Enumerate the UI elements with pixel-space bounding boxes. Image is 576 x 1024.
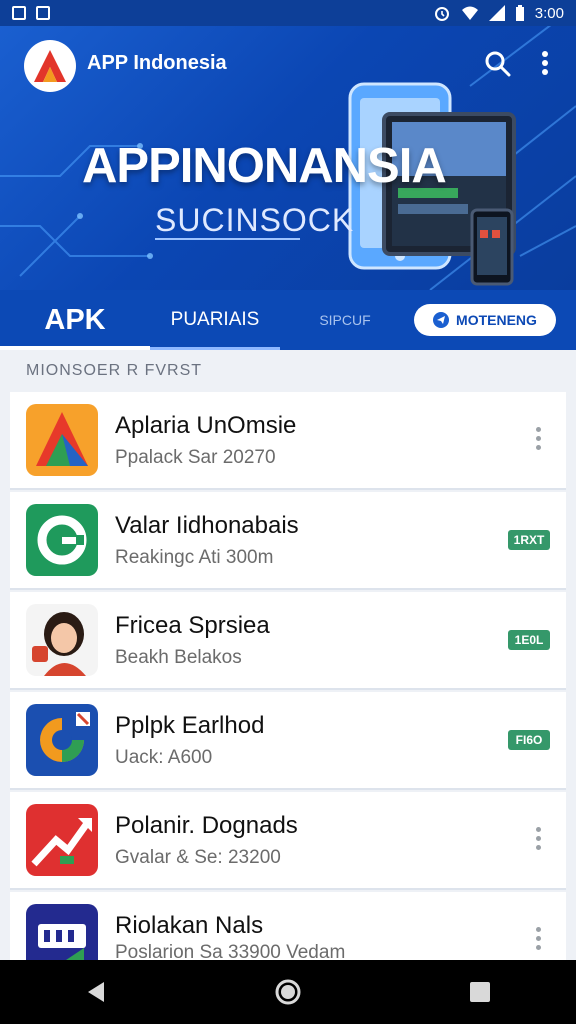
system-nav-bar [0,960,576,1024]
section-header: MIONSOER R FVRST [26,362,203,379]
app-subtitle: Beakh Belakos [115,647,242,668]
app-icon-polanir [26,804,98,876]
app-icon-riolakan [26,904,98,960]
moteneng-button[interactable]: MOTENENG [414,304,556,336]
home-icon [275,979,301,1005]
app-title: Aplaria UnOmsie [115,412,297,439]
hero-underline [155,238,300,240]
more-options-button[interactable] [540,50,550,83]
status-time: 3:00 [534,4,564,22]
app-list: Aplaria UnOmsie Ppalack Sar 20270 Valar … [10,392,566,966]
hero-subheading: SUCINSOCK [155,202,355,238]
app-icon-valar [26,504,98,576]
list-item[interactable]: Valar Iidhonabais Reakingc Ati 300m 1RXT [10,492,566,590]
search-icon [485,51,511,77]
status-badge[interactable]: 1E0L [508,630,550,650]
tab-sipcuf[interactable]: SIPCUF [280,290,410,350]
wifi-icon [461,6,478,20]
notification-icon [12,6,26,20]
battery-icon [515,5,524,21]
status-bar: 3:00 [0,0,576,26]
list-item[interactable]: Pplpk Earlhod Uack: A600 FI6O [10,692,566,790]
status-badge[interactable]: FI6O [508,730,550,750]
app-subtitle: Ppalack Sar 20270 [115,447,276,468]
tab-puariais[interactable]: PUARIAIS [150,290,280,350]
logo-a-icon [34,50,66,82]
more-vert-icon [542,51,548,75]
app-icon-aplaria [26,404,98,476]
app-title: Riolakan Nals [115,912,264,939]
app-title: APP Indonesia [87,52,227,74]
hero-banner: APP Indonesia APPINONANSIA SUCINSOCK [0,26,576,290]
recents-icon [470,982,490,1002]
back-button[interactable] [66,962,126,1022]
list-item[interactable]: Riolakan Nals Poslarion Sa 33900 Vedam [10,892,566,964]
more-vert-icon[interactable] [536,827,542,853]
app-logo [24,40,76,92]
search-button[interactable] [484,50,512,83]
app-icon-fricea [26,604,98,676]
hero-heading: APPINONANSIA [82,139,447,193]
list-item[interactable]: Aplaria UnOmsie Ppalack Sar 20270 [10,392,566,490]
signal-icon [488,5,505,21]
more-vert-icon[interactable] [536,927,542,953]
alarm-icon [434,7,449,21]
download-icon [36,6,50,20]
more-vert-icon[interactable] [536,427,542,453]
app-title: Fricea Sprsiea [115,612,270,639]
tab-bar: APK PUARIAIS SIPCUF MOTENENG [0,290,576,350]
telegram-icon [433,312,450,328]
tab-apk[interactable]: APK [0,290,150,350]
app-title: Pplpk Earlhod [115,712,265,739]
recents-button[interactable] [450,962,510,1022]
app-subtitle: Reakingc Ati 300m [115,547,274,568]
back-icon [88,982,104,1002]
list-item[interactable]: Polanir. Dognads Gvalar & Se: 23200 [10,792,566,890]
app-subtitle: Gvalar & Se: 23200 [115,847,281,868]
list-item[interactable]: Fricea Sprsiea Beakh Belakos 1E0L [10,592,566,690]
app-subtitle: Uack: A600 [115,747,213,768]
app-icon-pplpk [26,704,98,776]
app-title: Polanir. Dognads [115,812,298,839]
status-badge[interactable]: 1RXT [508,530,550,550]
home-button[interactable] [258,962,318,1022]
app-title: Valar Iidhonabais [115,512,299,539]
moteneng-label: MOTENENG [456,312,537,328]
